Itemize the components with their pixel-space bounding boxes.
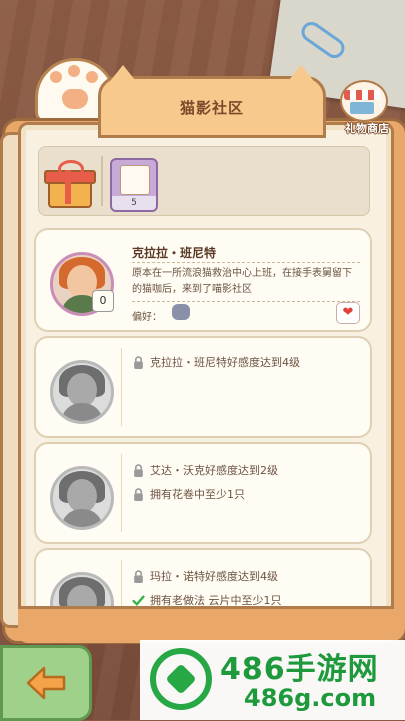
- page-title: 猫影社区: [179, 98, 244, 117]
- card-divider: [121, 348, 122, 426]
- scroll-item[interactable]: 5: [110, 158, 158, 212]
- lock-icon: [134, 355, 143, 369]
- watermark-title: 486手游网: [220, 652, 379, 687]
- unlock-condition: 克拉拉・班尼特好感度达到4级: [132, 354, 300, 370]
- condition-text: 克拉拉・班尼特好感度达到4级: [150, 356, 300, 369]
- character-name: 克拉拉・班尼特: [132, 246, 217, 260]
- character-avatar: [50, 360, 114, 424]
- watermark: 486手游网 486g.com: [140, 640, 405, 720]
- unlock-condition: 拥有花卷中至少1只: [132, 486, 245, 502]
- avatar-face: [67, 479, 97, 513]
- gift-bow: [58, 160, 84, 178]
- rewards-divider: [101, 156, 103, 206]
- scroll-count: 5: [112, 196, 156, 210]
- character-card[interactable]: 克拉拉・班尼特好感度达到4级: [34, 336, 372, 438]
- shop-awning: [344, 90, 380, 100]
- book-bottom-edge: [18, 606, 394, 643]
- preference-label: 偏好：: [132, 312, 162, 323]
- lock-icon: [134, 569, 143, 583]
- condition-text: 玛拉・诺特好感度达到4级: [150, 570, 278, 583]
- gift-shop-button[interactable]: 礼物商店: [330, 80, 400, 140]
- divider: [132, 262, 360, 264]
- character-avatar: [50, 466, 114, 530]
- gift-shop-label: 礼物商店: [345, 122, 389, 135]
- condition-text: 拥有花卷中至少1只: [150, 488, 245, 501]
- check-icon: [132, 595, 145, 606]
- avatar-body: [61, 509, 103, 527]
- lock-icon: [134, 463, 143, 477]
- paw-toe: [68, 65, 80, 77]
- back-arrow-icon: [26, 666, 66, 700]
- gift-box-icon[interactable]: [44, 160, 96, 208]
- heart-icon[interactable]: ❤: [336, 302, 360, 324]
- unlock-condition: 艾达・沃克好感度达到2级: [132, 462, 278, 478]
- title-tab: 猫影社区: [98, 65, 326, 138]
- divider: [132, 301, 360, 303]
- character-card[interactable]: 0 克拉拉・班尼特 原本在一所流浪猫救治中心上班，在接手表舅留下的猫咖后，来到了…: [34, 228, 372, 332]
- paw-pad: [62, 89, 88, 109]
- cat-ear-right: [285, 65, 317, 85]
- paw-toe: [50, 71, 62, 83]
- logo-inner: [165, 663, 197, 695]
- card-divider: [121, 454, 122, 532]
- cat-ear-left: [107, 65, 139, 85]
- watermark-url: 486g.com: [244, 684, 377, 712]
- affinity-badge: 0: [92, 290, 114, 312]
- back-button[interactable]: [0, 645, 92, 721]
- watermark-logo-icon: [150, 648, 212, 710]
- shop-window: [350, 102, 374, 114]
- preferred-cat-icon: [172, 304, 190, 320]
- unlock-condition: 玛拉・诺特好感度达到4级: [132, 568, 278, 584]
- character-card[interactable]: 艾达・沃克好感度达到2级 拥有花卷中至少1只: [34, 442, 372, 544]
- avatar-body: [61, 403, 103, 421]
- scroll-icon: [120, 165, 150, 195]
- lock-icon: [134, 487, 143, 501]
- condition-text: 艾达・沃克好感度达到2级: [150, 464, 278, 477]
- shop-icon: [340, 80, 388, 122]
- avatar-face: [67, 373, 97, 407]
- character-description: 原本在一所流浪猫救治中心上班，在接手表舅留下的猫咖后，来到了喵影社区: [132, 268, 352, 295]
- paw-toe: [86, 71, 98, 83]
